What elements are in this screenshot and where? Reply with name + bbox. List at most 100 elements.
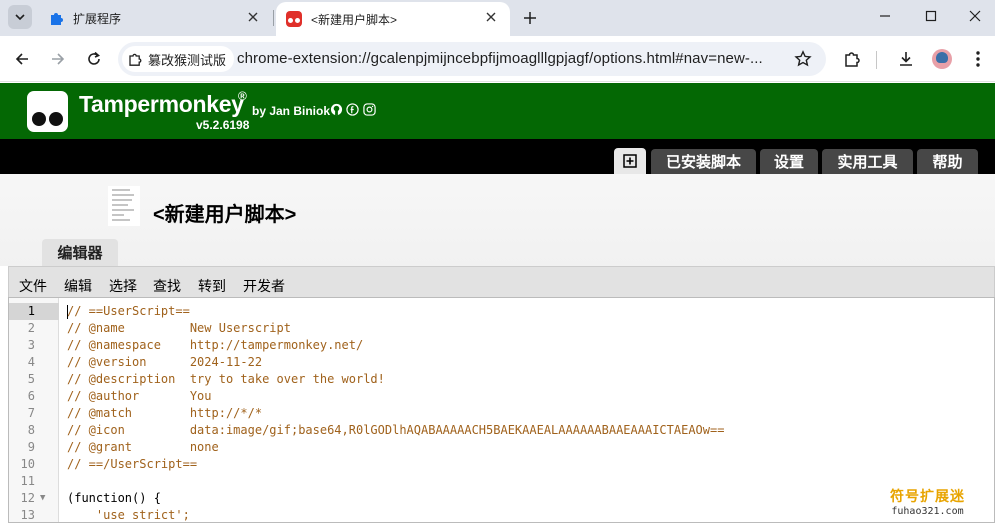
github-icon[interactable] [330,103,343,116]
code-line: 4 // @version 2024-11-22 [9,354,994,371]
line-number: 12 [20,491,35,505]
puzzle-icon [845,52,860,67]
arrow-right-icon [52,53,65,65]
code-text: // @description try to take over the wor… [67,372,385,386]
line-number: 9 [27,440,35,454]
facebook-icon[interactable] [346,103,359,116]
menu-button[interactable] [966,47,990,71]
code-text: 'use strict'; [67,508,190,522]
app-version: v5.2.6198 [196,118,250,132]
close-icon[interactable] [246,10,260,24]
fold-arrow-icon[interactable]: ▼ [40,490,45,507]
tampermonkey-nav: 已安装脚本 设置 实用工具 帮助 [0,139,995,174]
watermark-url: fuhao321.com [891,506,964,517]
close-icon [969,10,980,22]
maximize-button[interactable] [908,0,954,32]
code-editor[interactable]: 1 // ==UserScript== 2 // @name New Users… [8,297,995,523]
tab-separator [273,10,274,26]
menu-find[interactable]: 查找 [153,276,181,296]
tab-new-userscript[interactable]: <新建用户脚本> [276,2,510,36]
tab-title: 扩展程序 [73,11,122,26]
tab-title: <新建用户脚本> [311,12,398,27]
url-text[interactable]: chrome-extension://gcalenpjmijncebpfijmo… [237,50,763,67]
tab-search-button[interactable] [8,5,32,29]
tab-strip: 扩展程序 <新建用户脚本> [0,0,995,36]
instagram-icon[interactable] [363,103,376,116]
tab-help[interactable]: 帮助 [917,149,978,174]
code-line: 13 'use strict'; [9,507,994,522]
menu-developer[interactable]: 开发者 [243,276,285,296]
site-info-chip[interactable]: 篡改猴测试版 [122,46,235,72]
minimize-button[interactable] [862,0,908,32]
line-number: 13 [20,508,35,522]
minimize-icon [880,15,890,17]
tab-settings[interactable]: 设置 [760,149,818,174]
text-cursor [67,305,68,319]
chevron-down-icon [15,14,25,21]
code-line: 6 // @author You [9,388,994,405]
line-number: 6 [27,389,35,403]
watermark-cn: 符号扩展迷 [890,488,965,504]
code-line: 10 // ==/UserScript== [9,456,994,473]
code-line: 7 // @match http://*/* [9,405,994,422]
puzzle-icon [51,13,63,25]
code-text: // @icon data:image/gif;base64,R0lGODlhA… [67,423,725,437]
registered-mark: ® [238,89,247,103]
maximize-icon [925,10,937,22]
tab-extensions[interactable]: 扩展程序 [40,0,272,36]
back-button[interactable] [10,47,34,71]
code-text: // @namespace http://tampermonkey.net/ [67,338,364,352]
extensions-button[interactable] [840,47,864,71]
plus-icon [524,12,536,24]
author-link[interactable]: by Jan Biniok [252,104,330,118]
close-icon[interactable] [484,10,498,24]
address-bar[interactable]: 篡改猴测试版 chrome-extension://gcalenpjmijnce… [118,42,826,76]
site-chip-label: 篡改猴测试版 [148,52,227,68]
window-close-button[interactable] [954,0,995,32]
avatar-image [936,52,948,63]
watermark: 符号扩展迷 fuhao321.com [890,486,965,517]
new-tab-button[interactable] [518,6,542,30]
download-icon [900,52,912,66]
code-line: 5 // @description try to take over the w… [9,371,994,388]
tampermonkey-icon [286,11,302,27]
editor-menubar: 文件 编辑 选择 查找 转到 开发者 [8,266,995,297]
line-number: 7 [27,406,35,420]
tab-utilities[interactable]: 实用工具 [822,149,913,174]
line-number: 10 [20,457,35,471]
tab-editor[interactable]: 编辑器 [42,239,118,266]
tab-installed-scripts[interactable]: 已安装脚本 [651,149,756,174]
downloads-button[interactable] [894,47,918,71]
forward-button[interactable] [46,47,70,71]
code-text: // ==UserScript== [67,304,190,318]
code-text: // ==/UserScript== [67,457,198,471]
reload-button[interactable] [82,47,106,71]
menu-edit[interactable]: 编辑 [64,276,92,296]
line-number: 1 [9,303,59,320]
line-number: 4 [27,355,35,369]
line-number: 5 [27,372,35,386]
code-text: // @grant none [67,440,219,454]
arrow-left-icon [15,53,28,65]
line-number: 11 [20,474,35,488]
bookmark-star-icon[interactable] [794,50,812,68]
menu-goto[interactable]: 转到 [198,276,226,296]
line-number: 3 [27,338,35,352]
profile-avatar[interactable] [932,49,952,69]
code-line: 8 // @icon data:image/gif;base64,R0lGODl… [9,422,994,439]
tab-new-script[interactable] [614,148,646,174]
line-number: 8 [27,423,35,437]
code-line: 1 // ==UserScript== [9,303,994,320]
code-text: // @author You [67,389,212,403]
script-thumbnail [108,186,140,226]
code-text: // @version 2024-11-22 [67,355,263,369]
menu-select[interactable]: 选择 [109,276,137,296]
code-text: // @match http://*/* [67,406,263,420]
code-line: 3 // @namespace http://tampermonkey.net/ [9,337,994,354]
code-text: // @name New Userscript [67,321,291,335]
menu-file[interactable]: 文件 [19,276,47,296]
line-number: 2 [27,321,35,335]
plus-square-icon [623,154,637,168]
page-title: <新建用户脚本> [153,204,297,226]
browser-toolbar: 篡改猴测试版 chrome-extension://gcalenpjmijnce… [0,36,995,82]
